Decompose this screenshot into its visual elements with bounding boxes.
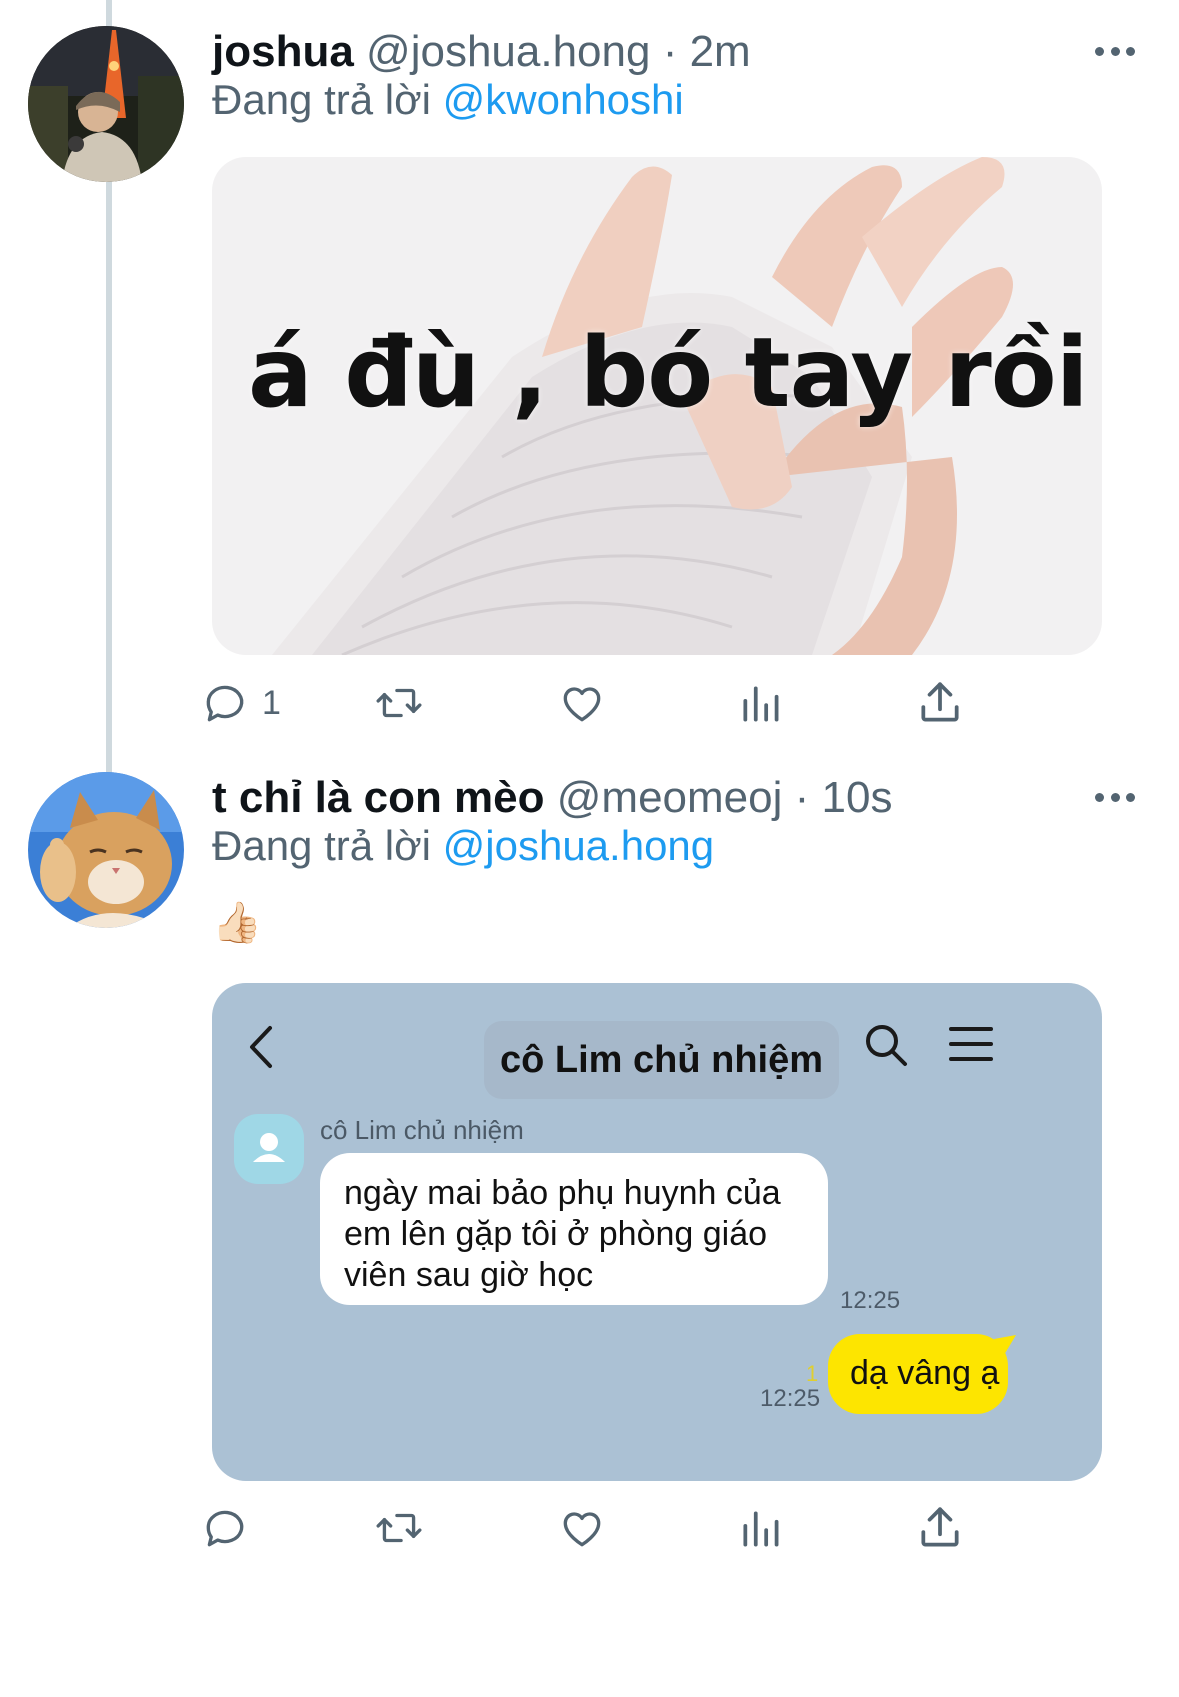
bubble-tail <box>994 1335 1016 1355</box>
analytics-button[interactable] <box>737 1500 787 1556</box>
retweet-button[interactable] <box>374 1500 424 1556</box>
meme-caption: á đù , bó tay rồi <box>248 317 1089 429</box>
tweet-header: joshua @joshua.hong · 2m <box>212 26 751 78</box>
avatar-meomeoj[interactable] <box>28 772 184 928</box>
replying-to: Đang trả lời @kwonhoshi <box>212 74 684 126</box>
tweet-actions: 1 <box>206 675 1092 731</box>
analytics-icon <box>743 686 779 722</box>
back-arrow-icon <box>250 1026 272 1068</box>
incoming-message-text: ngày mai bảo phụ huynh của em lên gặp tô… <box>344 1174 781 1294</box>
tweet-actions <box>206 1500 1092 1556</box>
retweet-button[interactable] <box>374 675 424 731</box>
retweet-icon <box>376 688 422 718</box>
share-button[interactable] <box>915 675 965 731</box>
more-icon[interactable] <box>1095 790 1135 804</box>
display-name[interactable]: t chỉ là con mèo <box>212 773 545 822</box>
outgoing-message-bubble: dạ vâng ạ <box>828 1334 1008 1414</box>
analytics-button[interactable] <box>737 675 787 731</box>
reply-count: 1 <box>262 683 281 722</box>
timestamp[interactable]: · 2m <box>663 27 751 76</box>
chat-screenshot[interactable]: cô Lim chủ nhiệm cô Lim chủ nhiệm ngày m… <box>212 983 1102 1481</box>
share-icon <box>921 1507 959 1547</box>
avatar-joshua[interactable] <box>28 26 184 182</box>
like-button[interactable] <box>557 675 607 731</box>
chat-title: cô Lim chủ nhiệm <box>484 1021 840 1099</box>
like-icon <box>563 1512 601 1547</box>
handle[interactable]: @meomeoj <box>557 773 783 822</box>
search-icon <box>866 1025 907 1066</box>
handle[interactable]: @joshua.hong <box>366 27 650 76</box>
reply-button[interactable]: 1 <box>200 675 281 731</box>
reply-icon <box>206 685 244 722</box>
reply-icon <box>206 1510 244 1547</box>
sender-name: cô Lim chủ nhiệm <box>320 1115 524 1145</box>
analytics-icon <box>743 1511 779 1547</box>
outgoing-message-time: 12:25 <box>760 1385 821 1412</box>
more-icon[interactable] <box>1095 44 1135 58</box>
incoming-message-bubble: ngày mai bảo phụ huynh của em lên gặp tô… <box>320 1153 828 1305</box>
incoming-message-time: 12:25 <box>840 1287 901 1314</box>
retweet-icon <box>376 1513 422 1543</box>
meme-image[interactable]: á đù , bó tay rồi <box>212 157 1102 655</box>
mention-link[interactable]: @joshua.hong <box>443 822 715 869</box>
unread-count: 1 <box>806 1361 819 1386</box>
display-name[interactable]: joshua <box>212 27 354 76</box>
like-button[interactable] <box>557 1500 607 1556</box>
replying-to: Đang trả lời @joshua.hong <box>212 820 714 872</box>
replying-prefix: Đang trả lời <box>212 76 431 123</box>
hamburger-menu-icon <box>949 1027 993 1061</box>
mention-link[interactable]: @kwonhoshi <box>443 76 684 123</box>
tweet-header: t chỉ là con mèo @meomeoj · 10s <box>212 772 892 824</box>
share-button[interactable] <box>915 1500 965 1556</box>
timestamp[interactable]: · 10s <box>795 773 893 822</box>
default-avatar-icon <box>234 1114 304 1184</box>
share-icon <box>921 682 959 722</box>
reply-button[interactable] <box>200 1500 250 1556</box>
tweet-body-emoji: 👍🏻 <box>212 901 262 945</box>
outgoing-message-text: dạ vâng ạ <box>850 1354 1000 1392</box>
replying-prefix: Đang trả lời <box>212 822 431 869</box>
like-icon <box>563 687 601 722</box>
